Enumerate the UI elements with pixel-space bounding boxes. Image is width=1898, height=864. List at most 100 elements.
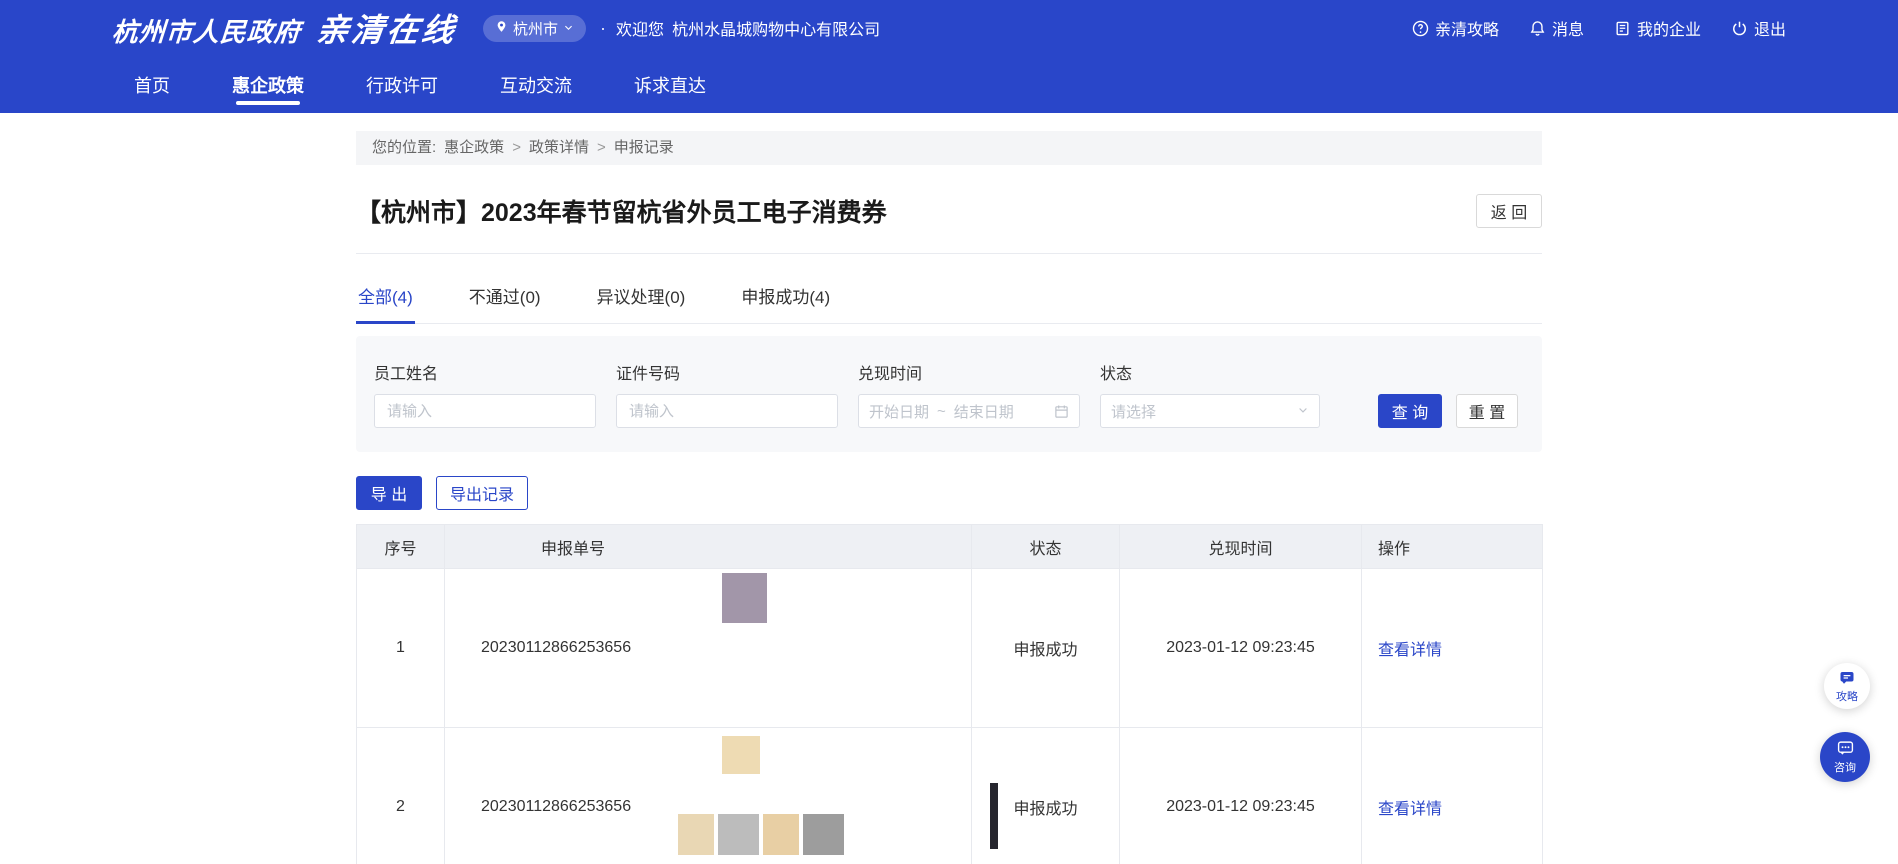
column-header-redeem-time: 兑现时间 <box>1120 525 1362 569</box>
export-toolbar: 导 出 导出记录 <box>356 476 1542 510</box>
daterange-separator: ~ <box>937 403 946 420</box>
location-label: 杭州市 <box>513 18 558 39</box>
redaction-block <box>763 814 799 855</box>
calendar-icon <box>1054 404 1069 419</box>
nav-item-enterprise-policy[interactable]: 惠企政策 <box>232 56 304 113</box>
guide-link-label: 亲清攻略 <box>1435 16 1499 40</box>
welcome-label: 欢迎您 <box>616 16 664 40</box>
power-icon <box>1731 20 1748 37</box>
status-tabs: 全部(4) 不通过(0) 异议处理(0) 申报成功(4) <box>356 270 1542 324</box>
cell-index: 2 <box>357 728 445 864</box>
floating-consult-button[interactable]: 咨询 <box>1820 732 1870 782</box>
redaction-block <box>678 814 714 855</box>
status-field-group: 状态 请选择 <box>1100 360 1320 428</box>
tab-rejected[interactable]: 不通过(0) <box>467 270 543 323</box>
site-logo[interactable]: 杭州市人民政府 亲清在线 <box>112 5 457 51</box>
filter-actions: 查 询 重 置 <box>1378 394 1518 428</box>
messages-link-label: 消息 <box>1552 16 1584 40</box>
breadcrumb-item-current: 申报记录 <box>614 131 674 165</box>
column-header-order-no: 申报单号 <box>445 525 972 569</box>
location-pin-icon <box>495 19 508 38</box>
cell-order-no: 20230112866253656 <box>445 569 972 728</box>
table-header-row: 序号 申报单号 状态 兑现时间 操作 <box>357 525 1543 569</box>
nav-item-administrative-license[interactable]: 行政许可 <box>366 56 438 113</box>
export-button[interactable]: 导 出 <box>356 476 422 510</box>
main-nav: 首页 惠企政策 行政许可 互动交流 诉求直达 <box>0 56 1898 113</box>
enterprise-icon <box>1614 20 1631 37</box>
column-header-action: 操作 <box>1362 525 1543 569</box>
records-table: 序号 申报单号 状态 兑现时间 操作 1 20230112866253656 申… <box>356 524 1543 864</box>
tab-objection[interactable]: 异议处理(0) <box>595 270 688 323</box>
title-divider <box>356 253 1542 254</box>
table-row: 1 20230112866253656 申报成功 2023-01-12 09:2… <box>357 569 1543 728</box>
chevron-down-icon <box>563 20 574 37</box>
my-enterprise-link-label: 我的企业 <box>1637 16 1701 40</box>
guide-chat-icon <box>1839 670 1855 691</box>
question-circle-icon <box>1412 20 1429 37</box>
redeem-time-range-picker[interactable]: 开始日期 ~ 结束日期 <box>858 394 1080 428</box>
status-label: 状态 <box>1100 360 1320 384</box>
header: 杭州市人民政府 亲清在线 杭州市 · 欢迎您 杭州水晶城购物中心有限公司 <box>0 0 1898 113</box>
my-enterprise-link[interactable]: 我的企业 <box>1614 16 1701 40</box>
cell-order-no: 20230112866253656 <box>445 728 972 864</box>
breadcrumb-item-policy[interactable]: 惠企政策 <box>444 131 504 165</box>
reset-button[interactable]: 重 置 <box>1456 394 1518 428</box>
floating-guide-button[interactable]: 攻略 <box>1824 663 1870 709</box>
breadcrumb-separator: > <box>597 131 606 165</box>
location-selector[interactable]: 杭州市 <box>483 15 586 42</box>
order-no-content: 20230112866253656 <box>445 728 971 864</box>
tab-all[interactable]: 全部(4) <box>356 270 415 323</box>
employee-name-input[interactable] <box>374 394 596 428</box>
view-detail-link[interactable]: 查看详情 <box>1378 801 1442 818</box>
redaction-block <box>722 736 760 774</box>
status-select[interactable]: 请选择 <box>1100 394 1320 428</box>
back-button[interactable]: 返 回 <box>1476 194 1542 228</box>
cell-status: 申报成功 <box>972 728 1120 864</box>
logo-government-text: 杭州市人民政府 <box>111 12 303 49</box>
id-number-field-group: 证件号码 <box>616 360 838 428</box>
redaction-block <box>990 783 998 849</box>
employee-name-label: 员工姓名 <box>374 360 596 384</box>
consult-chat-icon <box>1837 740 1854 762</box>
nav-item-appeal[interactable]: 诉求直达 <box>634 56 706 113</box>
floating-guide-label: 攻略 <box>1836 692 1858 703</box>
breadcrumb-item-policy-detail[interactable]: 政策详情 <box>529 131 589 165</box>
floating-consult-label: 咨询 <box>1834 763 1856 774</box>
redaction-block <box>722 573 767 623</box>
logout-link[interactable]: 退出 <box>1731 16 1786 40</box>
tab-success[interactable]: 申报成功(4) <box>739 270 832 323</box>
employee-name-field-group: 员工姓名 <box>374 360 596 428</box>
cell-redeem-time: 2023-01-12 09:23:45 <box>1120 728 1362 864</box>
messages-link[interactable]: 消息 <box>1529 16 1584 40</box>
cell-index: 1 <box>357 569 445 728</box>
status-select-placeholder: 请选择 <box>1111 401 1156 422</box>
company-name: 杭州水晶城购物中心有限公司 <box>672 16 880 40</box>
export-records-button[interactable]: 导出记录 <box>436 476 528 510</box>
start-date-placeholder: 开始日期 <box>869 401 929 422</box>
logout-link-label: 退出 <box>1754 16 1786 40</box>
view-detail-link[interactable]: 查看详情 <box>1378 642 1442 659</box>
breadcrumb: 您的位置: 惠企政策 > 政策详情 > 申报记录 <box>356 131 1542 165</box>
nav-item-interaction[interactable]: 互动交流 <box>500 56 572 113</box>
guide-link[interactable]: 亲清攻略 <box>1412 16 1499 40</box>
filter-panel: 员工姓名 证件号码 兑现时间 开始日期 ~ 结束日期 状态 <box>356 336 1542 452</box>
search-button[interactable]: 查 询 <box>1378 394 1442 428</box>
order-no-text: 20230112866253656 <box>481 639 631 657</box>
redeem-time-label: 兑现时间 <box>858 360 1080 384</box>
breadcrumb-prefix: 您的位置: <box>372 131 436 165</box>
order-no-text: 20230112866253656 <box>481 798 631 816</box>
column-header-status: 状态 <box>972 525 1120 569</box>
welcome-text: 欢迎您 杭州水晶城购物中心有限公司 <box>616 16 880 40</box>
nav-item-home[interactable]: 首页 <box>134 56 170 113</box>
header-links: 亲清攻略 消息 我的企业 <box>1412 16 1786 40</box>
id-number-input[interactable] <box>616 394 838 428</box>
breadcrumb-separator: > <box>512 131 521 165</box>
redaction-block <box>718 814 759 855</box>
id-number-label: 证件号码 <box>616 360 838 384</box>
bell-icon <box>1529 20 1546 37</box>
separator-dot: · <box>600 18 606 39</box>
logo-brand-text: 亲清在线 <box>314 5 460 51</box>
redeem-time-field-group: 兑现时间 开始日期 ~ 结束日期 <box>858 360 1080 428</box>
chevron-down-icon <box>1297 403 1309 420</box>
order-no-content: 20230112866253656 <box>445 569 971 727</box>
